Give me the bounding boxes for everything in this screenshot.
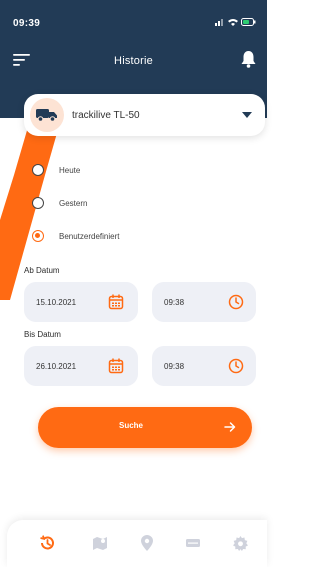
radio-button[interactable]: [32, 197, 44, 209]
status-icons: [215, 18, 256, 26]
nav-location[interactable]: [138, 535, 156, 551]
clock-icon: [228, 294, 244, 310]
to-time-field[interactable]: 09:38: [152, 346, 256, 386]
truck-icon-badge: [30, 98, 64, 132]
from-date-field[interactable]: 15.10.2021: [24, 282, 138, 322]
to-date-value: 26.10.2021: [36, 361, 77, 371]
search-button[interactable]: Suche: [38, 407, 252, 448]
nav-history[interactable]: [38, 535, 56, 551]
settings-icon: [232, 535, 248, 551]
from-time-field[interactable]: 09:38: [152, 282, 256, 322]
radio-button-selected[interactable]: [32, 230, 44, 242]
history-icon: [40, 535, 54, 550]
search-button-label: Suche: [118, 421, 143, 430]
chevron-down-icon: [242, 112, 252, 118]
nav-settings[interactable]: [231, 535, 249, 551]
truck-icon: [36, 109, 57, 122]
from-date-value: 15.10.2021: [36, 297, 77, 307]
radio-option-yesterday[interactable]: Gestern: [32, 197, 87, 209]
to-date-label: Bis Datum: [24, 330, 61, 339]
device-selector[interactable]: trackilive TL-50: [24, 94, 265, 136]
arrow-right-icon: [224, 422, 236, 432]
to-time-value: 09:38: [164, 361, 185, 371]
location-pin-icon: [141, 535, 153, 551]
device-icon: [186, 539, 200, 547]
map-icon: [93, 537, 107, 550]
from-time-value: 09:38: [164, 297, 185, 307]
nav-map[interactable]: [91, 535, 109, 551]
from-date-label: Ab Datum: [24, 266, 60, 275]
signal-icon: [215, 19, 223, 26]
nav-devices[interactable]: [184, 535, 202, 551]
status-time: 09:39: [13, 18, 41, 29]
radio-label: Benutzerdefiniert: [59, 231, 120, 241]
radio-option-custom[interactable]: Benutzerdefiniert: [32, 230, 119, 242]
radio-option-today[interactable]: Heute: [32, 164, 80, 176]
radio-label: Gestern: [59, 198, 88, 208]
status-bar: 09:39: [0, 0, 267, 40]
radio-label: Heute: [59, 165, 81, 175]
calendar-icon: [108, 294, 124, 310]
device-name: trackilive TL-50: [72, 109, 140, 121]
radio-button[interactable]: [32, 164, 44, 176]
wifi-icon: [228, 19, 238, 26]
to-date-field[interactable]: 26.10.2021: [24, 346, 138, 386]
clock-icon: [228, 358, 244, 374]
page-title: Historie: [114, 55, 153, 67]
notification-bell-icon[interactable]: [241, 50, 256, 68]
calendar-icon: [108, 358, 124, 374]
battery-icon: [241, 18, 256, 26]
bottom-nav: [7, 520, 267, 567]
